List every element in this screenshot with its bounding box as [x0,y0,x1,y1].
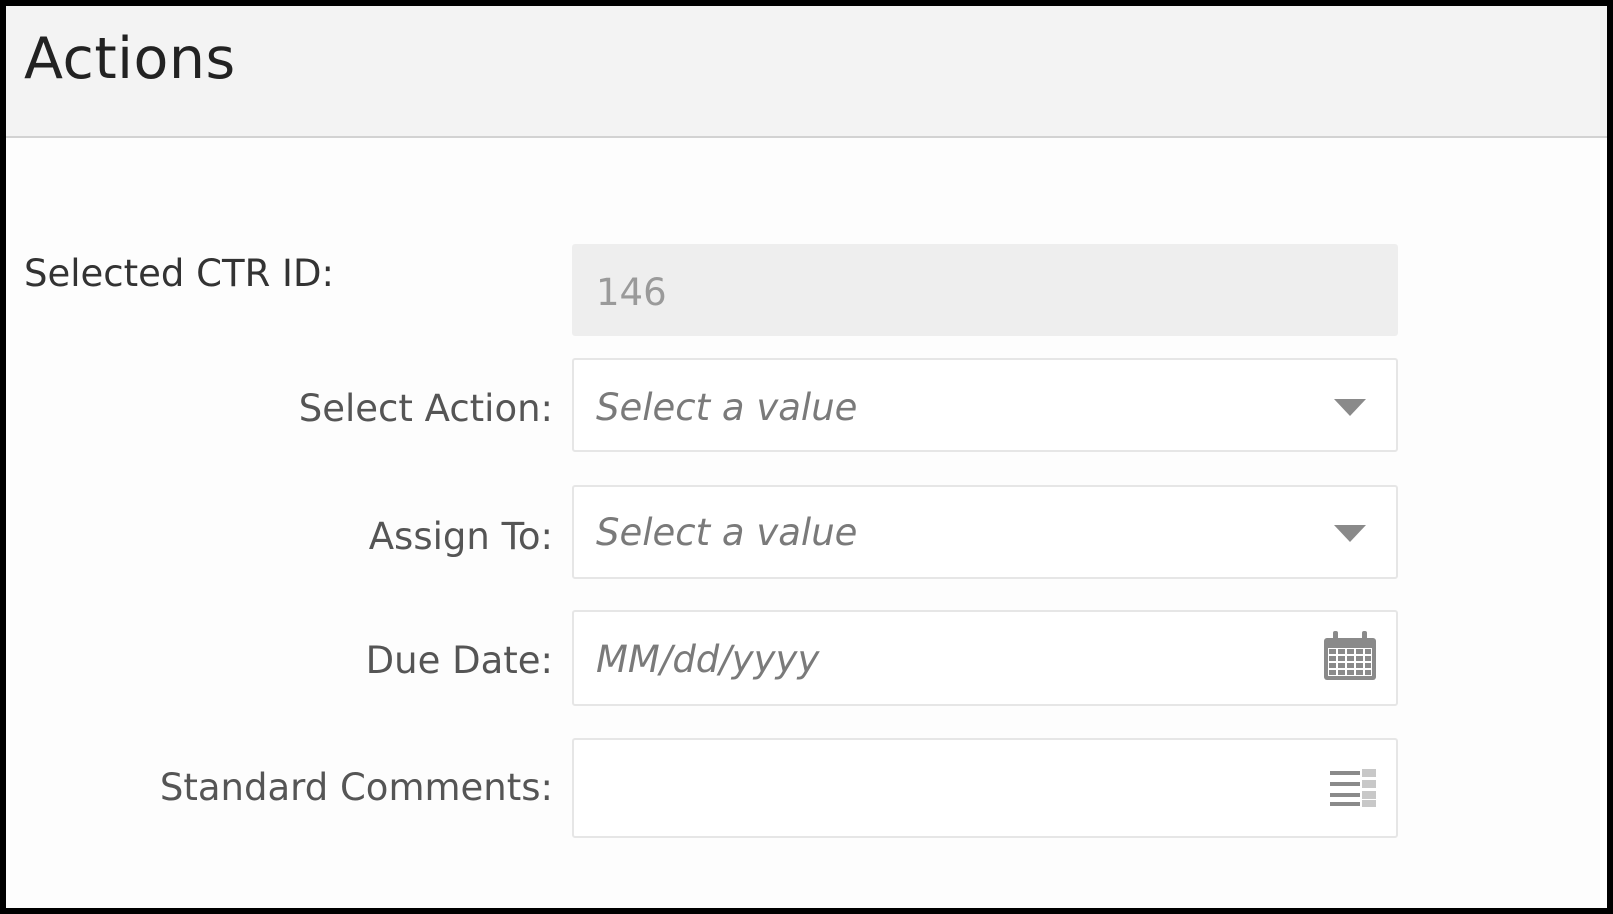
assign-to-dropdown[interactable]: Select a value [572,485,1398,579]
selected-ctr-id-value: 146 [596,271,667,314]
assign-to-label: Assign To: [368,515,553,558]
dropdown-caret-icon[interactable] [1334,525,1366,542]
due-date-label: Due Date: [365,639,553,682]
calendar-icon[interactable] [1322,630,1378,686]
standard-comments-label: Standard Comments: [159,766,553,809]
list-icon[interactable] [1330,768,1378,812]
due-date-input[interactable]: MM/dd/yyyy [572,610,1398,706]
selected-ctr-id-field: 146 [572,244,1398,336]
dropdown-caret-icon[interactable] [1334,399,1366,416]
actions-panel: Actions Selected CTR ID: 146 Select Acti… [6,6,1607,908]
assign-to-placeholder: Select a value [596,511,858,554]
select-action-label: Select Action: [298,387,553,430]
selected-ctr-id-label: Selected CTR ID: [24,252,334,295]
select-action-dropdown[interactable]: Select a value [572,358,1398,452]
select-action-placeholder: Select a value [596,386,858,429]
standard-comments-field[interactable] [572,738,1398,838]
due-date-placeholder: MM/dd/yyyy [596,638,820,681]
panel-header: Actions [6,6,1607,138]
page-title: Actions [24,26,236,92]
